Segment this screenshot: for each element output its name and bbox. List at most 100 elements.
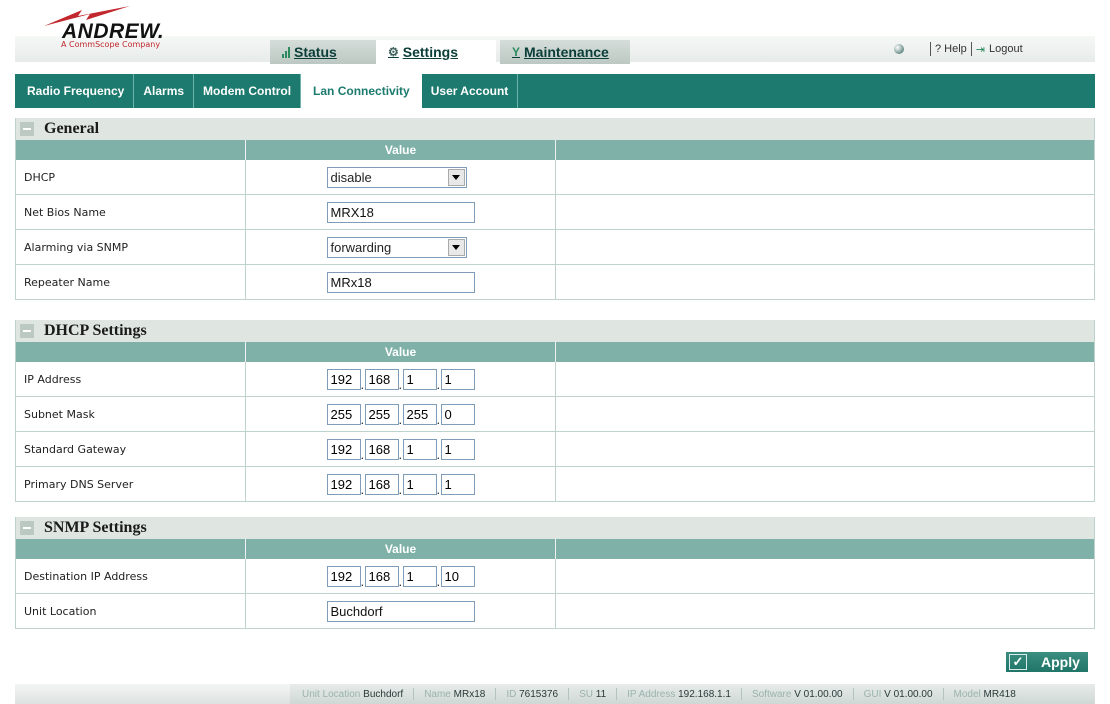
snmp-alarming-select[interactable]: forwarding [326,236,467,258]
footer-key: Name [424,688,451,700]
octet-input[interactable] [440,438,475,460]
dhcp-value: disable [330,169,372,185]
octet-input[interactable] [364,403,399,425]
gears-icon: ⚙ [388,45,399,59]
octet-input[interactable] [364,368,399,390]
footer-key: GUI [863,688,882,700]
collapse-icon[interactable] [20,521,34,535]
gateway-field: . . . [326,438,475,461]
column-header: Value [16,539,1094,559]
footer-key: Model [953,688,981,700]
unit-info-bar: Unit Location Buchdorf Name MRx18 ID 761… [290,684,1095,704]
andrew-logo: ANDREW. A CommScope Company [42,6,182,50]
subtab-modem-control[interactable]: Modem Control [194,74,302,108]
dhcp-settings-section: DHCP Settings Value IP Address . . . Sub… [15,320,1095,502]
repeater-input[interactable] [326,271,475,293]
footer-value: 192.168.1.1 [678,688,731,700]
dhcp-select[interactable]: disable [326,166,467,188]
footer-value: Buchdorf [363,688,404,700]
octet-input[interactable] [326,565,361,587]
footer-key: ID [506,688,517,700]
table-row: Standard Gateway . . . [16,432,1094,467]
apply-button[interactable]: ✓ Apply [1006,652,1088,672]
tab-maintenance-label: Maintenance [524,44,609,60]
octet-input[interactable] [364,438,399,460]
subtab-alarms[interactable]: Alarms [134,74,195,108]
table-row: Subnet Mask . . . [16,397,1094,432]
section-title: General [44,120,100,137]
gateway-label: Standard Gateway [16,432,246,466]
collapse-icon[interactable] [20,324,34,338]
table-row: Alarming via SNMP forwarding [16,230,1094,265]
tab-maintenance[interactable]: Y Maintenance [500,40,630,64]
checkmark-icon: ✓ [1009,654,1027,670]
header-actions: ? Help ⇥ Logout [894,40,1023,58]
netbios-input[interactable] [326,201,475,223]
tab-status[interactable]: Status [270,40,376,64]
octet-input[interactable] [440,473,475,495]
logo-subtitle: A CommScope Company [61,40,161,49]
unit-location-input[interactable] [326,600,475,622]
table-row: Repeater Name [16,265,1094,300]
snmp-alarming-value: forwarding [330,239,392,255]
tab-settings[interactable]: ⚙ Settings [376,40,496,64]
section-header: DHCP Settings [16,320,1094,342]
octet-input[interactable] [440,368,475,390]
subtab-user-account[interactable]: User Account [422,74,519,108]
octet-input[interactable] [326,438,361,460]
chevron-down-icon[interactable] [447,168,465,186]
column-header: Value [16,342,1094,362]
destination-ip-field: . . . [326,565,475,588]
repeater-label: Repeater Name [16,265,246,299]
value-column-header: Value [246,140,556,160]
section-header: SNMP Settings [16,517,1094,539]
subtab-radio-frequency[interactable]: Radio Frequency [15,74,135,108]
section-title: DHCP Settings [44,322,147,339]
divider [930,42,931,56]
octet-input[interactable] [402,368,437,390]
table-row: DHCP disable [16,160,1094,195]
octet-input[interactable] [364,473,399,495]
octet-input[interactable] [440,565,475,587]
octet-input[interactable] [440,403,475,425]
octet-input[interactable] [402,473,437,495]
octet-input[interactable] [402,565,437,587]
sub-tabs: Radio Frequency Alarms Modem Control Lan… [15,74,1095,108]
table-row: Unit Location [16,594,1094,629]
signal-bars-icon [282,46,290,58]
footer-key: IP Address [627,688,676,700]
apply-label: Apply [1041,654,1080,670]
octet-input[interactable] [326,403,361,425]
footer-value: 11 [595,688,607,700]
octet-input[interactable] [326,473,361,495]
footer-value: MRx18 [453,688,486,700]
octet-input[interactable] [326,368,361,390]
dns-field: . . . [326,473,475,496]
octet-input[interactable] [364,565,399,587]
logout-link[interactable]: Logout [989,43,1023,55]
help-link[interactable]: ? Help [935,43,967,55]
main-tabs: Status ⚙ Settings Y Maintenance [270,40,630,64]
collapse-icon[interactable] [20,122,34,136]
subtab-lan-connectivity[interactable]: Lan Connectivity [301,74,422,108]
footer-value: 7615376 [519,688,559,700]
netbios-label: Net Bios Name [16,195,246,229]
octet-input[interactable] [402,403,437,425]
logout-icon: ⇥ [975,43,986,56]
column-header: Value [16,140,1094,160]
unit-location-label: Unit Location [16,594,246,628]
divider [970,42,972,56]
subnet-mask-field: . . . [326,403,475,426]
globe-icon[interactable] [894,44,904,54]
footer-key: SU [579,688,593,700]
value-column-header: Value [246,342,556,362]
subnet-mask-label: Subnet Mask [16,397,246,431]
destination-ip-label: Destination IP Address [16,559,246,593]
dhcp-label: DHCP [16,160,246,194]
tab-settings-label: Settings [402,44,458,60]
chevron-down-icon[interactable] [447,238,465,256]
header: ANDREW. A CommScope Company Status ⚙ Set… [0,0,1110,66]
octet-input[interactable] [402,438,437,460]
footer-value: MR418 [983,688,1016,700]
table-row: IP Address . . . [16,362,1094,397]
